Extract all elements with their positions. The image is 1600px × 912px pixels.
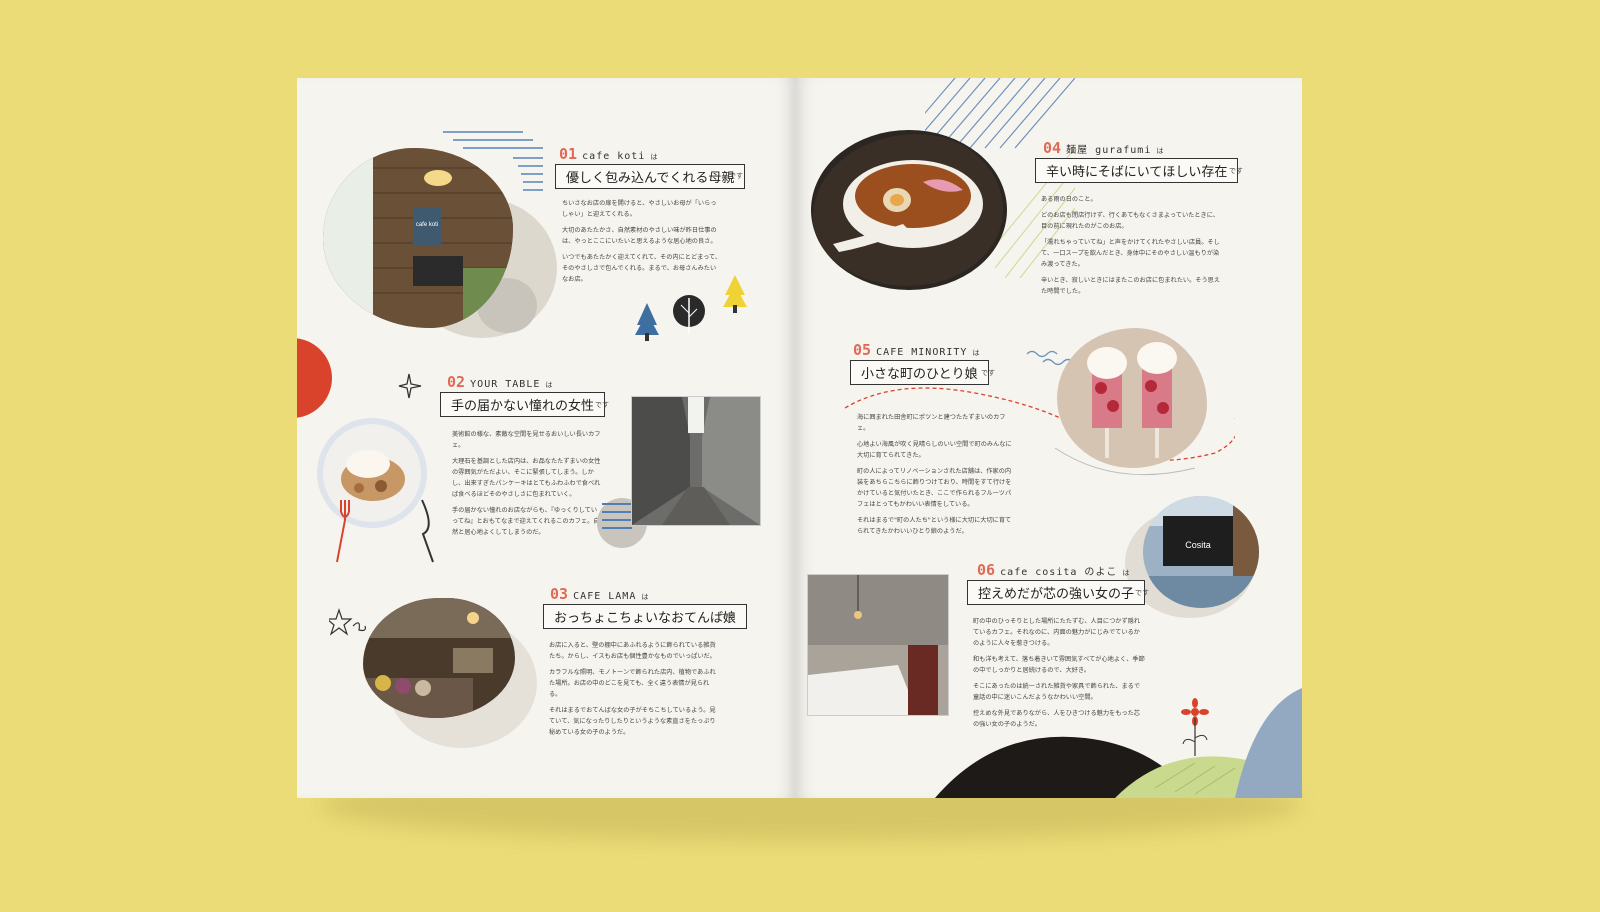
sparkle-icon — [398, 373, 422, 399]
body-paragraph: それはまるでおてんばな女の子がそちこちしているよう。見ていて、気になったりしたり… — [549, 707, 716, 736]
article-03-body: お店に入ると、壁の棚中にあふれるように飾られている雑貨たち。からし、イスもお店も… — [549, 640, 717, 743]
article-05-desu: です — [981, 369, 995, 377]
body-paragraph: それはまるで"町の人たち"という様に大切に大切に育てられてきたかわいいひとり娘の… — [857, 517, 1012, 535]
article-05-name: CAFE MINORITY — [876, 347, 968, 358]
article-03-number: 03 — [550, 585, 569, 603]
body-paragraph: 大切のあたたかさ、自然素材のやさしい味が昨日仕事のは、やっとここにいたいと思える… — [562, 227, 717, 245]
right-page: 04 麺屋 gurafumi は 辛い時にそばにいてほしい存在 です ある雨の日… — [795, 78, 1302, 798]
body-paragraph: 「濡れちゃっていてね」と声をかけてくれたやさしい店員。そして、一口スープを飲んだ… — [1041, 239, 1220, 268]
body-paragraph: 手の届かない憧れのお店ながらも、『ゆっくりしていってね』とおもてなまで迎えてくれ… — [452, 507, 600, 536]
article-02-particle: は — [545, 381, 554, 389]
article-04-number: 04 — [1043, 139, 1062, 157]
article-03-heading: 03 CAFE LAMA は — [550, 584, 649, 603]
article-04-body: ある雨の日のこと。 どのお店も閉店行けず、行くあてもなくさまよっていたときに、目… — [1041, 194, 1223, 302]
article-04-particle: は — [1156, 147, 1165, 155]
article-06-desu: です — [1135, 589, 1149, 597]
article-01-desu: です — [729, 172, 743, 180]
article-06-name: cafe cosita のよこ — [1000, 567, 1118, 578]
article-06-particle: は — [1122, 569, 1131, 577]
body-paragraph: 美術館の様な、素敵な空間を見せるおいしい長いカフェ。 — [452, 431, 601, 449]
photo-your-table-corridor — [631, 396, 761, 526]
fork-knife-icon — [336, 499, 434, 563]
article-05-particle: は — [972, 349, 981, 357]
body-paragraph: 海に囲まれた田舎町にポツンと建つたたずまいのカフェ。 — [857, 414, 1006, 432]
article-03-particle: は — [641, 593, 650, 601]
article-05-number: 05 — [853, 341, 872, 359]
body-paragraph: 和も洋も考えて、落ち着きいて雰囲気すべてが心地よく、季節の中でしっかりと居続ける… — [973, 656, 1145, 674]
cosita-sign-text: Cosita — [1185, 540, 1211, 550]
article-03-desu: です — [721, 613, 735, 621]
article-01-name: cafe koti — [582, 151, 646, 162]
article-01-particle: は — [650, 153, 659, 161]
article-04-name: 麺屋 gurafumi — [1066, 145, 1152, 156]
cafe-koti-sign: cafe koti — [416, 222, 438, 228]
article-06-number: 06 — [977, 561, 996, 579]
article-01-number: 01 — [559, 145, 578, 163]
article-04-tagline: 辛い時にそばにいてほしい存在 — [1035, 158, 1239, 183]
photo-cafe-cosita-sign: Cosita — [1143, 496, 1259, 608]
red-circle-decoration — [297, 338, 332, 418]
article-04-desu: です — [1229, 167, 1243, 175]
tree-icons — [635, 275, 747, 341]
star-doodle-icon — [329, 608, 366, 636]
article-02-body: 美術館の様な、素敵な空間を見せるおいしい長いカフェ。 大理石を基調とした店内は、… — [452, 429, 602, 543]
bottom-hills-decoration — [935, 688, 1302, 798]
body-paragraph: 辛いとき、寂しいときにはまたこのお店に包まれたい。そう思えた時間でした。 — [1041, 277, 1221, 295]
body-paragraph: 町の人によってリノベーションされた店舗は、作家の内装をあちらこちらに飾りつけてお… — [857, 468, 1012, 508]
body-paragraph: カラフルな照明、モノトーンで飾られた店内、植物であふれた場所。お店の中のどこを見… — [549, 669, 716, 698]
article-06-heading: 06 cafe cosita のよこ は — [977, 560, 1131, 579]
photo-cafe-cosita-interior — [807, 574, 949, 716]
article-03-name: CAFE LAMA — [573, 591, 637, 602]
photo-cafe-lama — [363, 598, 515, 718]
body-paragraph: 心地よい海風が吹く見晴らしのいい空間で町のみんなに大切に育てられてきた。 — [857, 441, 1012, 459]
article-02-name: YOUR TABLE — [470, 379, 541, 390]
body-paragraph: ちいさなお店の扉を開けると、やさしいお母が「いらっしゃい」と迎えてくれる。 — [562, 200, 717, 218]
body-paragraph: お店に入ると、壁の棚中にあふれるように飾られている雑貨たち。からし、イスもお店も… — [549, 642, 716, 660]
article-01-heading: 01 cafe koti は — [559, 144, 658, 163]
photo-cafe-minority-parfait — [1057, 328, 1207, 468]
body-paragraph: ある雨の日のこと。 — [1041, 196, 1097, 203]
article-03-tagline: おっちょこちょいなおてんば娘 — [543, 604, 748, 629]
article-05-heading: 05 CAFE MINORITY は — [853, 340, 981, 359]
body-paragraph: どのお店も閉店行けず、行くあてもなくさまよっていたときに、目の前に現れたのがこの… — [1041, 212, 1219, 230]
body-paragraph: 大理石を基調とした店内は、お品なたたずまいの女性の雰囲気がただよい、そこに緊張し… — [452, 458, 601, 498]
article-05-body: 海に囲まれた田舎町にポツンと建つたたずまいのカフェ。 心地よい海風が吹く見晴らし… — [857, 412, 1017, 542]
article-06-tagline: 控えめだが芯の強い女の子 — [967, 580, 1146, 605]
article-04-heading: 04 麺屋 gurafumi は — [1043, 138, 1164, 157]
article-02-number: 02 — [447, 373, 466, 391]
article-02-desu: です — [595, 401, 609, 409]
photo-cafe-koti: cafe koti — [323, 148, 513, 328]
article-02-heading: 02 YOUR TABLE は — [447, 372, 553, 391]
body-paragraph: 町の中のひっそりとした場所にたたずむ、人目につかず隠れているカフェ。それなのに、… — [973, 618, 1141, 647]
left-page: cafe koti 01 cafe koti は 優しく包み込んでくれる母親 で… — [297, 78, 795, 798]
article-02-tagline: 手の届かない憧れの女性 — [440, 392, 606, 417]
article-01-tagline: 優しく包み込んでくれる母親 — [555, 164, 746, 189]
